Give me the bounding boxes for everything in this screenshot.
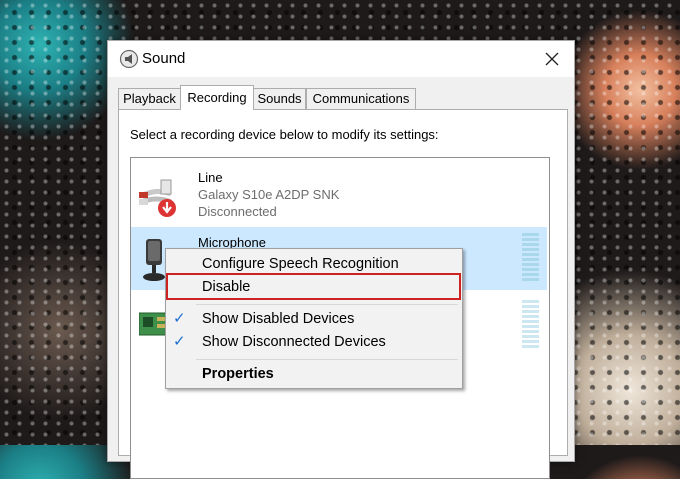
disable-highlight-box <box>166 273 461 300</box>
menu-item-show-disabled-devices[interactable]: ✓ Show Disabled Devices <box>166 309 462 331</box>
device-description: Galaxy S10e A2DP SNK <box>198 187 340 202</box>
tab-recording[interactable]: Recording <box>180 85 254 110</box>
menu-item-properties[interactable]: Properties <box>166 364 462 386</box>
checkmark-icon: ✓ <box>173 333 186 350</box>
speaker-icon <box>119 49 139 69</box>
device-item-line[interactable]: Line Galaxy S10e A2DP SNK Disconnected <box>131 158 547 226</box>
menu-separator <box>196 359 458 360</box>
menu-item-show-disconnected-devices[interactable]: ✓ Show Disconnected Devices <box>166 332 462 354</box>
window-title: Sound <box>142 50 186 67</box>
device-status: Disconnected <box>198 204 277 219</box>
close-button[interactable] <box>530 41 574 77</box>
tab-communications[interactable]: Communications <box>306 88 416 109</box>
disconnected-arrow-icon <box>158 199 176 217</box>
title-bar[interactable]: Sound <box>108 41 574 77</box>
close-icon <box>545 52 559 66</box>
context-menu: Configure Speech Recognition Disable ✓ S… <box>165 248 463 389</box>
menu-item-label: Properties <box>202 366 274 382</box>
device-name: Line <box>198 170 223 185</box>
menu-item-label: Show Disabled Devices <box>202 311 355 327</box>
menu-item-label: Show Disconnected Devices <box>202 334 386 350</box>
level-meter <box>522 233 539 283</box>
menu-item-label: Configure Speech Recognition <box>202 256 399 272</box>
menu-separator <box>196 304 458 305</box>
checkmark-icon: ✓ <box>173 310 186 327</box>
instruction-text: Select a recording device below to modif… <box>130 127 439 142</box>
microphone-icon <box>143 239 165 281</box>
tab-sounds[interactable]: Sounds <box>253 88 306 109</box>
level-meter <box>522 300 539 350</box>
tab-playback[interactable]: Playback <box>118 88 181 109</box>
